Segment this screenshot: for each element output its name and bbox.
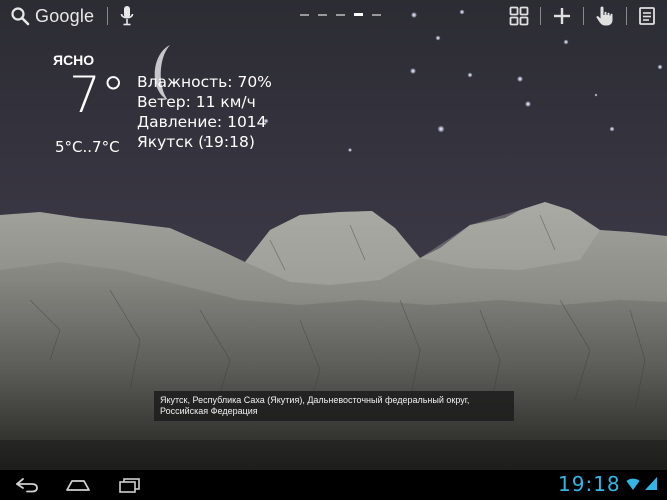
notes-icon[interactable] [637,6,657,26]
separator [626,7,627,25]
location-toast: Якутск, Республика Саха (Якутия), Дальне… [154,391,514,421]
humidity-text: Влажность: 70% [137,73,272,91]
toast-line-2: Российская Федерация [160,406,258,416]
separator [583,7,584,25]
home-screen: Google ЯСНО 7° 5°C..7°C Влажность: 70% В… [0,0,667,500]
recent-apps-icon[interactable] [118,476,142,494]
page-dot-active [354,13,363,16]
location-time-text: Якутск (19:18) [137,133,255,151]
page-dot [336,14,345,16]
weather-details: Влажность: 70% Ветер: 11 км/ч Давление: … [137,72,272,152]
home-icon[interactable] [64,476,92,494]
page-dot [300,14,309,16]
wind-text: Ветер: 11 км/ч [137,93,256,111]
weather-widget[interactable]: ЯСНО 7° 5°C..7°C Влажность: 70% Ветер: 1… [0,0,300,170]
add-icon[interactable] [552,6,572,26]
toast-line-1: Якутск, Республика Саха (Якутия), Дальне… [160,395,470,405]
page-indicator [300,13,381,16]
page-dot [318,14,327,16]
hand-pointer-icon[interactable] [594,5,616,27]
current-temperature: 7° [69,66,126,124]
page-dot [372,14,381,16]
pressure-text: Давление: 1014 [137,113,267,131]
temperature-range: 5°C..7°C [55,138,120,156]
separator [540,7,541,25]
back-icon[interactable] [14,476,40,494]
signal-icon [645,477,657,490]
wifi-icon [626,478,640,490]
status-clock[interactable]: 19:18 [558,472,621,496]
widgets-grid-icon[interactable] [509,6,529,26]
